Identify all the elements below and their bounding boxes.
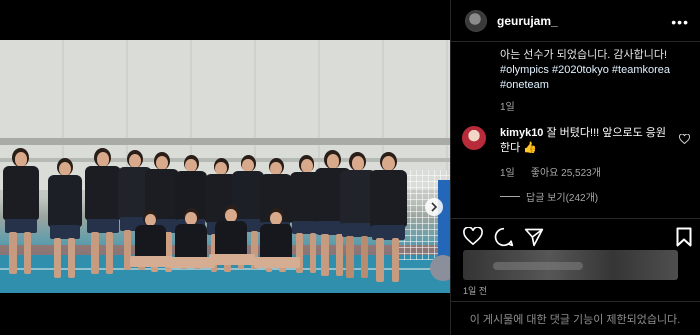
next-slide-button[interactable]: [425, 198, 443, 216]
comment-body: kimyk10 잘 버텼다!!! 앞으로도 응원한다 👍: [500, 126, 670, 156]
blurred-text: [493, 262, 583, 270]
instagram-post-view: geurujam_ ••• 아는 선수가 되었습니다. 감사합니다! #olym…: [0, 0, 700, 335]
hashtag-link[interactable]: #2020tokyo: [552, 64, 609, 76]
bookmark-icon[interactable]: [676, 227, 692, 247]
post-caption: 아는 선수가 되었습니다. 감사합니다! #olympics #2020toky…: [500, 48, 690, 93]
team-group-photo: [0, 40, 450, 293]
commenter-avatar[interactable]: [462, 126, 486, 150]
view-replies-label[interactable]: 답글 보기(242개): [526, 189, 598, 204]
heart-icon[interactable]: [463, 227, 483, 245]
view-replies-link[interactable]: 답글 보기(242개): [500, 189, 598, 204]
post-timestamp: 1일 전: [463, 286, 488, 296]
post-header: geurujam_ •••: [451, 0, 700, 42]
post-actions: [450, 218, 700, 252]
comments-restricted-notice: 이 게시물에 대한 댓글 기능이 제한되었습니다.: [450, 301, 700, 335]
blurred-likes-summary: [463, 250, 678, 280]
author-username[interactable]: geurujam_: [497, 14, 558, 28]
post-media[interactable]: [0, 40, 450, 293]
chevron-right-icon: [431, 202, 438, 212]
caption-hashtags: #olympics #2020tokyo #teamkorea #oneteam: [500, 63, 690, 93]
hashtag-link[interactable]: #teamkorea: [612, 64, 670, 76]
caption-text: 아는 선수가 되었습니다. 감사합니다!: [500, 49, 668, 61]
paper-plane-icon[interactable]: [524, 227, 544, 247]
comment-likes[interactable]: 좋아요 25,523개: [531, 164, 601, 179]
replies-divider: [500, 196, 520, 197]
comment-like-icon[interactable]: [679, 134, 690, 144]
comment-meta: 1일 좋아요 25,523개: [500, 164, 601, 179]
hashtag-link[interactable]: #olympics: [500, 64, 549, 76]
author-avatar[interactable]: [465, 9, 487, 32]
caption-time: 1일: [500, 102, 515, 113]
more-options-icon[interactable]: •••: [671, 14, 689, 30]
comment-time: 1일: [500, 168, 515, 179]
comment-icon[interactable]: [494, 227, 514, 247]
hashtag-link[interactable]: #oneteam: [500, 79, 549, 91]
commenter-username[interactable]: kimyk10: [500, 127, 543, 139]
